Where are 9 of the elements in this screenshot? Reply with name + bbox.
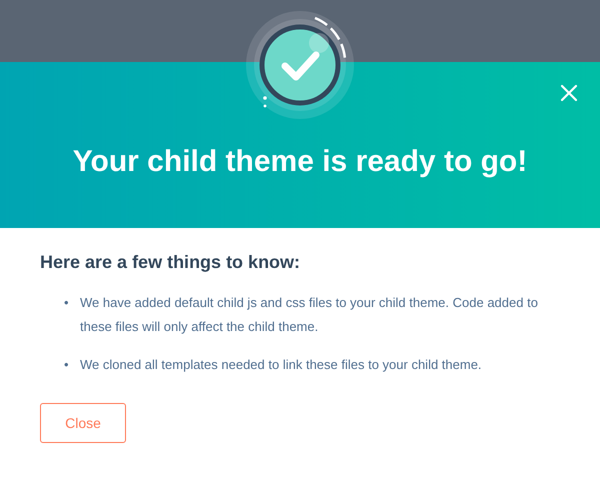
bullet-mark: • bbox=[64, 294, 70, 312]
close-icon[interactable] bbox=[560, 84, 578, 102]
close-button[interactable]: Close bbox=[40, 403, 126, 443]
checkmark-icon bbox=[245, 10, 355, 120]
bullet-mark: • bbox=[64, 356, 70, 374]
note-text: We have added default child js and css files to your child theme. Code added to these files will only affect the child theme. bbox=[80, 294, 539, 336]
note-text: We cloned all templates needed to link these files to your child theme. bbox=[80, 356, 482, 374]
dialog-title: Your child theme is ready to go! bbox=[72, 145, 528, 179]
section-heading: Here are a few things to know: bbox=[40, 252, 302, 273]
